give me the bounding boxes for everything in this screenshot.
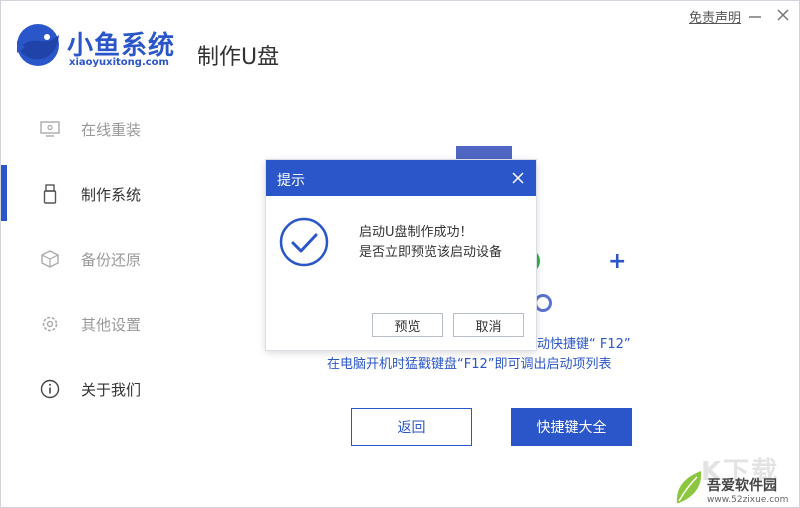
brand-url: xiaoyuxitong.com	[69, 57, 169, 68]
close-icon[interactable]	[773, 5, 793, 25]
check-circle-icon	[279, 217, 329, 267]
info-icon	[39, 378, 61, 400]
fish-logo-icon	[17, 24, 59, 66]
dialog-title: 提示	[277, 173, 305, 189]
watermark-site-url: www.52zixue.com	[707, 495, 789, 505]
cancel-button[interactable]: 取消	[453, 313, 524, 337]
page-title: 制作U盘	[197, 45, 280, 70]
watermark-site-name: 吾爱软件园	[707, 478, 777, 494]
sidebar-item-label: 其他设置	[81, 315, 142, 334]
dialog-message-success: 启动U盘制作成功！	[359, 225, 473, 240]
dialog-header: 提示	[266, 160, 536, 196]
leaf-logo-icon	[676, 471, 702, 503]
sidebar-item-backup-restore[interactable]: 备份还原	[1, 239, 251, 279]
usb-icon	[39, 183, 61, 205]
sidebar-item-label: 备份还原	[81, 250, 142, 269]
minimize-icon[interactable]	[745, 5, 765, 25]
sidebar-item-label: 制作系统	[81, 185, 142, 204]
ring-illustration	[534, 294, 552, 312]
sidebar-item-label: 关于我们	[81, 380, 142, 399]
sidebar-item-online-reinstall[interactable]: 在线重装	[1, 109, 251, 149]
hint-shortcut-key: 动快捷键“ F12”	[537, 337, 631, 352]
sidebar-item-label: 在线重装	[81, 120, 142, 139]
shortcut-list-button[interactable]: 快捷键大全	[511, 408, 632, 446]
sidebar-item-other-settings[interactable]: 其他设置	[1, 304, 251, 344]
back-button[interactable]: 返回	[351, 408, 472, 446]
dialog-message-question: 是否立即预览该启动设备	[359, 245, 503, 260]
app-window: 小鱼系统 xiaoyuxitong.com 制作U盘 免责声明 在线重装 制作系…	[0, 0, 800, 508]
plus-icon: +	[608, 249, 627, 274]
cube-icon	[39, 248, 61, 270]
preview-button[interactable]: 预览	[372, 313, 443, 337]
sidebar-item-make-system[interactable]: 制作系统	[1, 174, 251, 214]
disclaimer-link[interactable]: 免责声明	[689, 7, 741, 26]
dialog-close-icon[interactable]	[509, 169, 527, 187]
hint-boot-instruction: 在电脑开机时猛戳键盘“F12”即可调出启动项列表	[327, 357, 612, 372]
sidebar-item-about-us[interactable]: 关于我们	[1, 369, 251, 409]
gear-icon	[39, 313, 61, 335]
monitor-icon	[39, 118, 61, 140]
success-dialog: 提示 启动U盘制作成功！ 是否立即预览该启动设备 预览 取消	[266, 160, 536, 350]
